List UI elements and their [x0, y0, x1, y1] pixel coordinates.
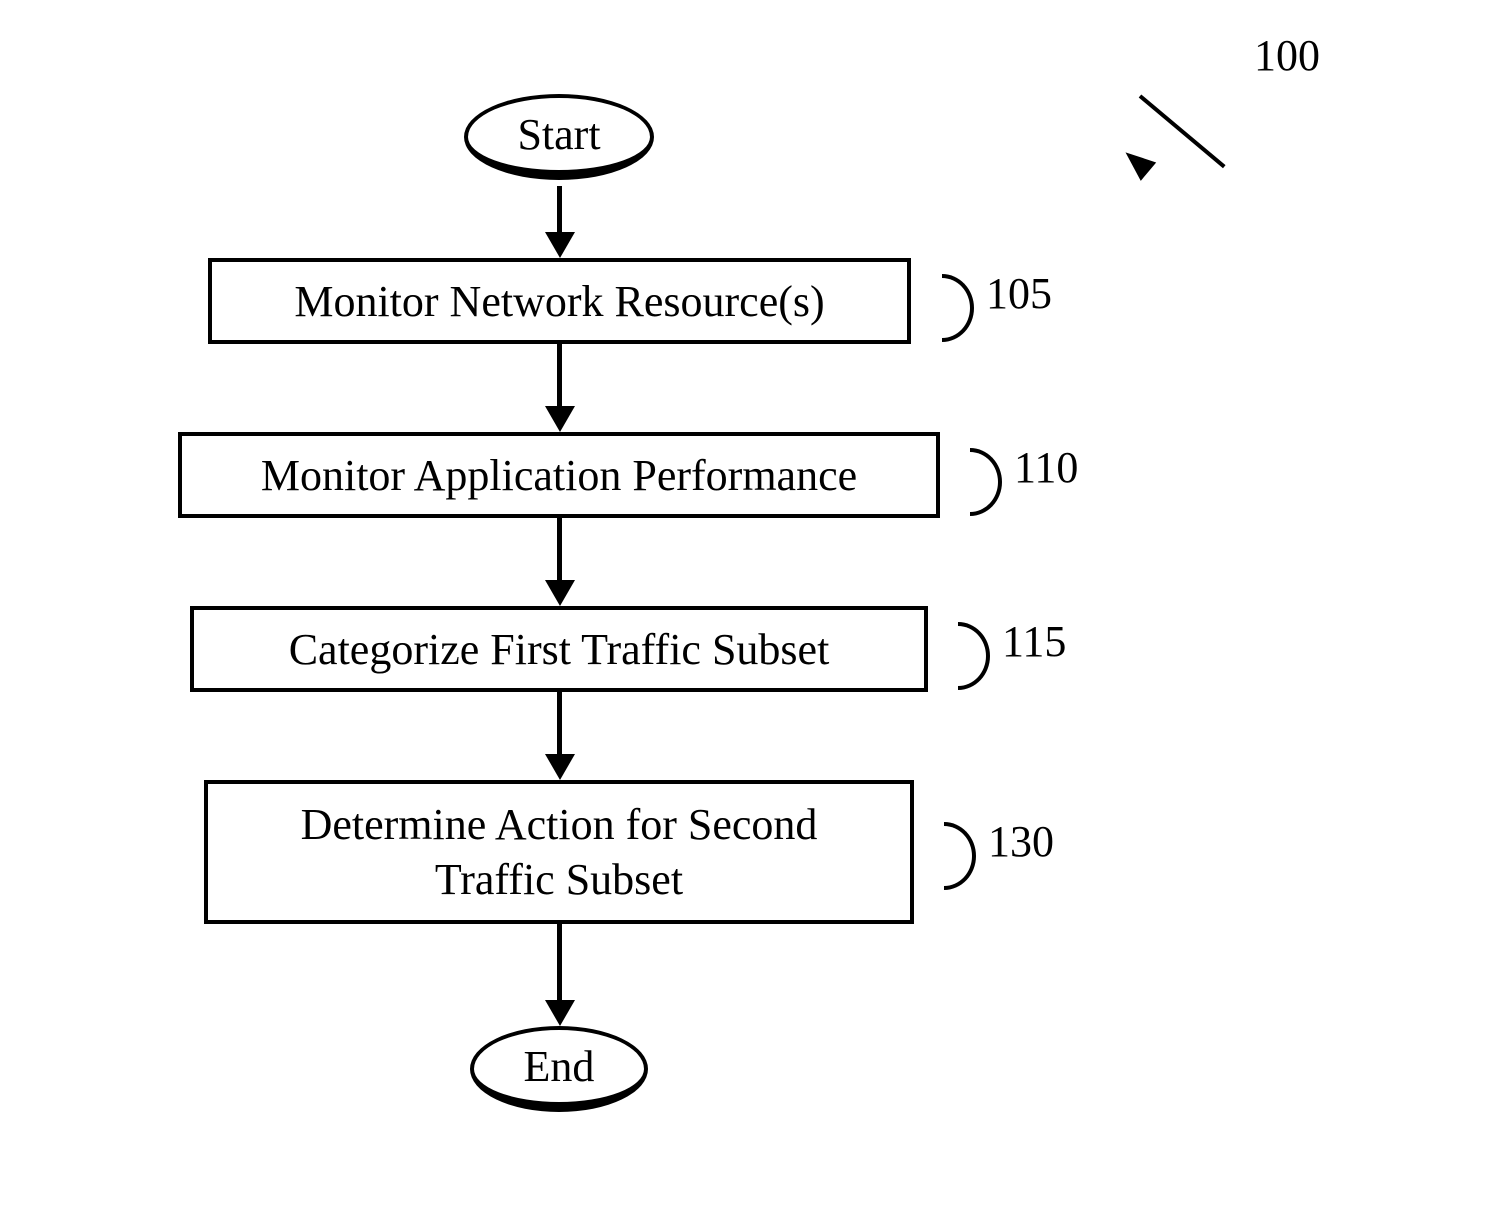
process-115: Categorize First Traffic Subset — [190, 606, 928, 692]
arrow-head-1 — [545, 232, 575, 258]
end-terminal: End — [470, 1026, 648, 1112]
process-115-label: Categorize First Traffic Subset — [289, 622, 830, 677]
curve-105 — [910, 274, 974, 342]
curve-130 — [912, 822, 976, 890]
end-label: End — [524, 1041, 595, 1092]
pointer-head-100 — [1118, 143, 1156, 181]
process-130-label: Determine Action for Second Traffic Subs… — [301, 797, 818, 907]
arrow-4 — [557, 692, 562, 756]
ref-105: 105 — [986, 268, 1052, 319]
figure-ref-100: 100 — [1254, 30, 1320, 81]
start-label: Start — [517, 109, 600, 160]
flowchart-canvas: 100 Start Monitor Network Resource(s) 10… — [0, 0, 1508, 1206]
curve-110 — [938, 448, 1002, 516]
arrow-head-4 — [545, 754, 575, 780]
arrow-head-2 — [545, 406, 575, 432]
process-110: Monitor Application Performance — [178, 432, 940, 518]
process-105: Monitor Network Resource(s) — [208, 258, 911, 344]
arrow-5 — [557, 924, 562, 1002]
ref-115: 115 — [1002, 616, 1066, 667]
arrow-2 — [557, 344, 562, 408]
ref-130: 130 — [988, 816, 1054, 867]
arrow-1 — [557, 186, 562, 234]
process-110-label: Monitor Application Performance — [261, 448, 857, 503]
start-terminal: Start — [464, 94, 654, 180]
pointer-line-100 — [1139, 94, 1226, 168]
arrow-head-3 — [545, 580, 575, 606]
process-130: Determine Action for Second Traffic Subs… — [204, 780, 914, 924]
process-105-label: Monitor Network Resource(s) — [294, 274, 824, 329]
arrow-3 — [557, 518, 562, 582]
ref-110: 110 — [1014, 442, 1078, 493]
curve-115 — [926, 622, 990, 690]
arrow-head-5 — [545, 1000, 575, 1026]
